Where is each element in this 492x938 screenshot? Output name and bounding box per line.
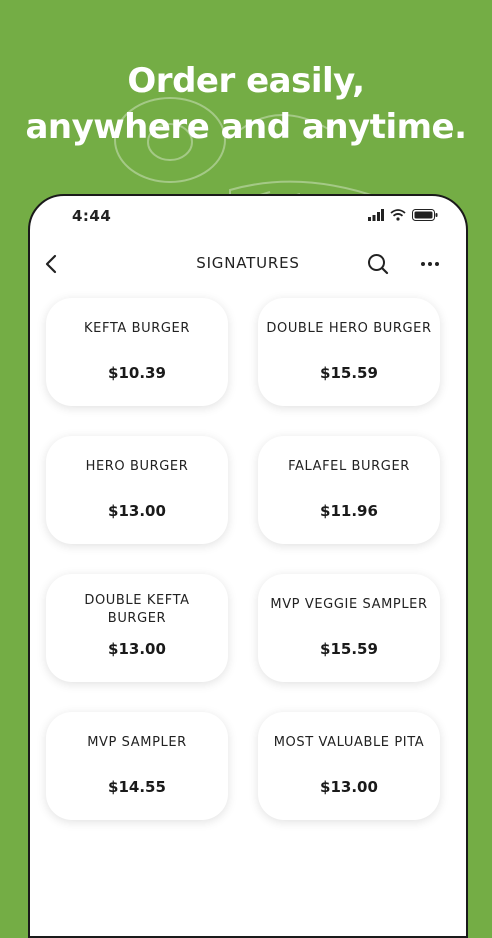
menu-item-name: MVP VEGGIE SAMPLER: [270, 597, 428, 612]
menu-item-card[interactable]: KEFTA BURGER $10.39: [46, 298, 228, 406]
more-options-button[interactable]: [416, 250, 444, 278]
menu-item-card[interactable]: HERO BURGER $13.00: [46, 436, 228, 544]
menu-item-card[interactable]: DOUBLE KEFTA BURGER $13.00: [46, 574, 228, 682]
menu-item-name: KEFTA BURGER: [84, 321, 190, 336]
status-time: 4:44: [72, 207, 112, 225]
menu-item-name: DOUBLE KEFTA BURGER: [84, 593, 190, 626]
search-button[interactable]: [364, 250, 392, 278]
menu-grid: KEFTA BURGER $10.39 DOUBLE HERO BURGER $…: [46, 298, 444, 820]
more-icon: [421, 262, 439, 266]
menu-item-card[interactable]: DOUBLE HERO BURGER $15.59: [258, 298, 440, 406]
menu-item-name: MVP SAMPLER: [87, 735, 187, 750]
search-icon: [368, 254, 389, 275]
headline-line-1: Order easily,: [127, 61, 365, 101]
menu-item-price: $13.00: [320, 778, 378, 796]
menu-item-name: MOST VALUABLE PITA: [273, 735, 425, 750]
menu-item-card[interactable]: MOST VALUABLE PITA $13.00: [258, 712, 440, 820]
menu-item-price: $10.39: [108, 364, 166, 382]
battery-icon: [412, 209, 438, 221]
menu-item-name: FALAFEL BURGER: [288, 459, 410, 474]
menu-item-name: HERO BURGER: [85, 459, 189, 474]
menu-item-price: $13.00: [108, 502, 166, 520]
menu-item-price: $14.55: [108, 778, 166, 796]
phone-frame: 4:44 SIGNATURES KEFTA BURGER $10.39 DOUB…: [28, 194, 468, 938]
menu-item-card[interactable]: FALAFEL BURGER $11.96: [258, 436, 440, 544]
menu-item-price: $13.00: [108, 640, 166, 658]
menu-item-name: DOUBLE HERO BURGER: [266, 321, 432, 336]
page-title: SIGNATURES: [196, 254, 300, 272]
nav-bar: SIGNATURES: [30, 244, 466, 284]
headline: Order easily, anywhere and anytime.: [0, 58, 492, 150]
menu-item-price: $15.59: [320, 364, 378, 382]
signal-icon: [368, 209, 384, 221]
menu-item-price: $11.96: [320, 502, 378, 520]
menu-item-price: $15.59: [320, 640, 378, 658]
wifi-icon: [390, 209, 406, 221]
menu-item-card[interactable]: MVP SAMPLER $14.55: [46, 712, 228, 820]
headline-line-2: anywhere and anytime.: [25, 107, 467, 147]
status-icons: [368, 209, 438, 221]
menu-item-card[interactable]: MVP VEGGIE SAMPLER $15.59: [258, 574, 440, 682]
status-bar: 4:44: [30, 196, 466, 236]
